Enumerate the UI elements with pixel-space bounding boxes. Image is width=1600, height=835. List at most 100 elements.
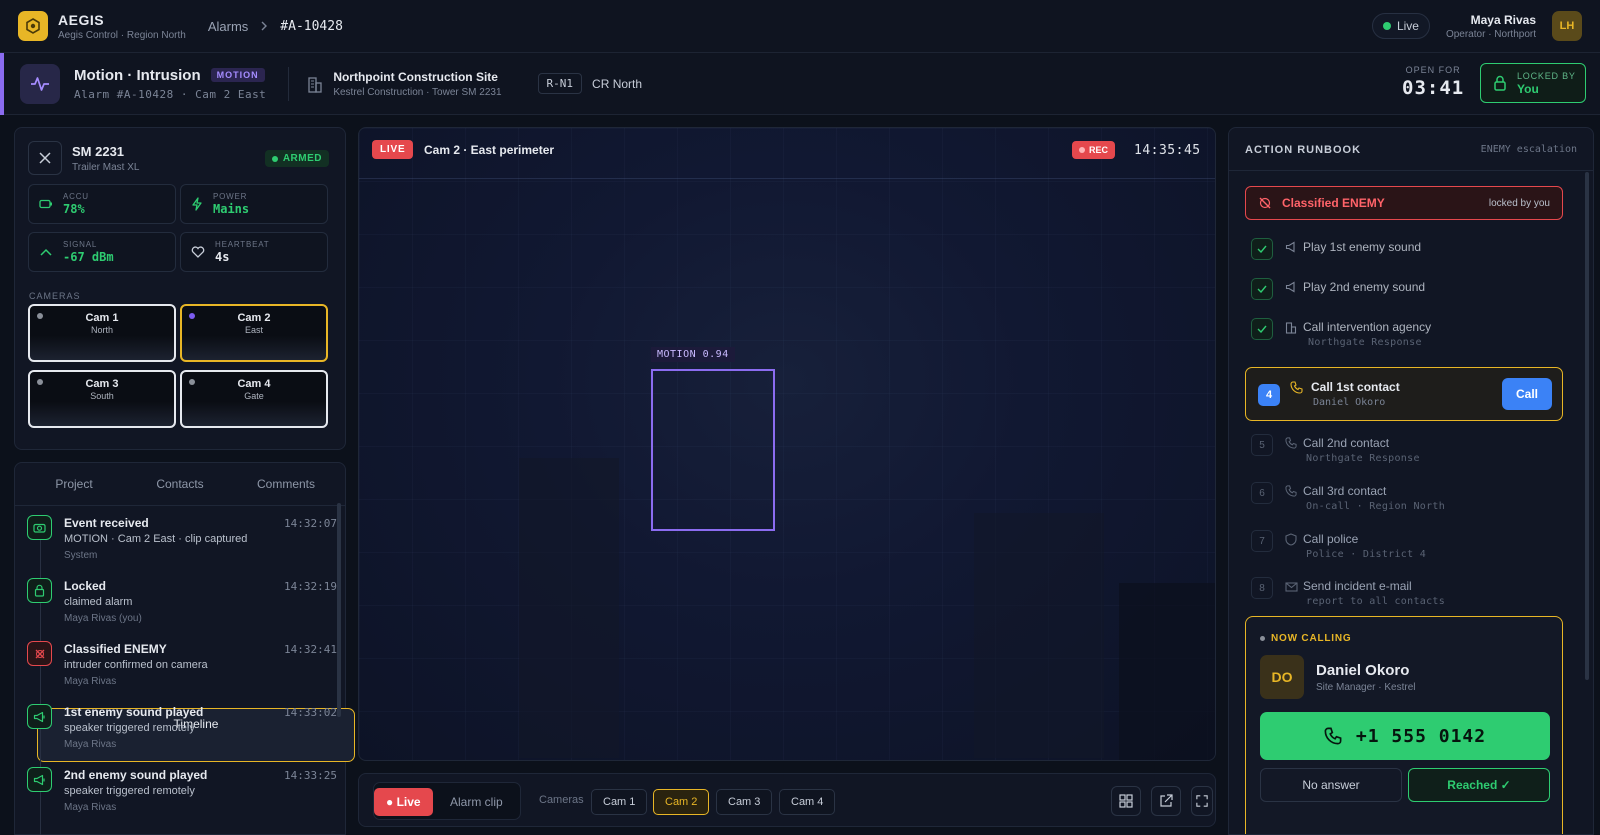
mode-toggle: ● Live Alarm clip (373, 782, 521, 820)
stat-label: SIGNAL (63, 240, 98, 249)
runbook-scrollbar[interactable] (1585, 172, 1589, 680)
video-timestamp: 14:35:45 (1134, 143, 1201, 158)
runbook-step-2[interactable]: Play 2nd enemy sound (1245, 272, 1563, 312)
cameras-selector-label: Cameras (539, 794, 584, 806)
tab-comments[interactable]: Comments (233, 469, 339, 499)
camera-tile-2[interactable]: Cam 2 East (180, 304, 328, 362)
armed-label: ARMED (282, 153, 322, 164)
camera-icon (27, 515, 52, 540)
alarm-accent-bar (0, 53, 4, 115)
timeline-item-author: Maya Rivas (64, 676, 117, 687)
cam-position: North (90, 325, 113, 335)
brand: AEGIS Aegis Control · Region North (58, 12, 186, 41)
detection-box[interactable] (651, 369, 775, 531)
runbook-step-active[interactable]: 4 Call 1st contact Daniel Okoro Call (1245, 367, 1563, 421)
camera-tile-4[interactable]: Cam 4 Gate (180, 370, 328, 428)
timeline-item-desc: claimed alarm (64, 596, 133, 608)
lock-icon (27, 578, 52, 603)
breadcrumb-alarms[interactable]: Alarms (208, 19, 248, 34)
no-answer-button[interactable]: No answer (1260, 768, 1402, 802)
timeline-scrollbar[interactable] (337, 503, 341, 717)
chevron-right-icon (260, 21, 268, 31)
live-dot-icon (1382, 22, 1391, 30)
grid-view-button[interactable] (1111, 786, 1141, 816)
fullscreen-icon (1196, 795, 1208, 807)
cam-2-button[interactable]: Cam 2 (653, 789, 710, 815)
mail-icon (1285, 580, 1298, 595)
lock-icon (1493, 75, 1507, 91)
step-subtitle: Northgate Response (1308, 337, 1422, 348)
bolt-icon (191, 197, 203, 211)
device-panel: SM 2231 Trailer Mast XL ARMED ACCU 78% PO… (14, 127, 346, 450)
user-avatar[interactable]: LH (1552, 11, 1582, 41)
divider (1229, 170, 1593, 171)
step-number: 5 (1251, 434, 1273, 456)
megaphone-icon (27, 704, 52, 729)
runbook-step-8[interactable]: 8 Send incident e-mail report to all con… (1245, 571, 1563, 611)
rec-label: REC (1089, 145, 1109, 155)
timeline-item-time: 14:32:41 (284, 643, 337, 656)
timeline-item-title: Event received (64, 516, 149, 530)
tab-project[interactable]: Project (21, 469, 127, 499)
stat-label: POWER (213, 192, 248, 201)
popout-button[interactable] (1151, 786, 1181, 816)
step-title: Call 1st contact (1311, 380, 1400, 394)
timeline-item-title: Classified ENEMY (64, 642, 167, 656)
scene-structure (974, 513, 1104, 758)
cam-3-button[interactable]: Cam 3 (716, 789, 773, 815)
timeline-item-time: 14:32:19 (284, 580, 337, 593)
runbook-step-3[interactable]: Call intervention agency Northgate Respo… (1245, 312, 1563, 352)
step-title: Play 2nd enemy sound (1303, 280, 1426, 294)
phone-icon (1285, 437, 1297, 452)
classification-note: locked by you (1488, 197, 1550, 209)
shield-icon (1285, 533, 1297, 549)
tab-bar: Timeline Project Contacts Comments (21, 469, 355, 762)
target-off-icon (1258, 196, 1272, 210)
mast-icon (28, 141, 62, 175)
stat-value: 78% (63, 202, 85, 216)
step-title: Call police (1303, 532, 1359, 546)
timeline-item-time: 14:33:25 (284, 769, 337, 782)
fullscreen-button[interactable] (1191, 786, 1213, 816)
status-dot-icon (1260, 636, 1265, 641)
step-subtitle: Northgate Response (1306, 453, 1420, 464)
check-icon (1251, 318, 1273, 340)
cam-position: East (244, 325, 263, 335)
status-dot-icon (271, 155, 278, 162)
dial-phone-button[interactable]: +1 555 0142 (1260, 712, 1550, 760)
cam-position: South (90, 391, 114, 401)
call-button[interactable]: Call (1501, 378, 1552, 410)
cam-4-button[interactable]: Cam 4 (779, 789, 836, 815)
step-title: Call 3rd contact (1303, 484, 1387, 498)
site-info[interactable]: Northpoint Construction Site Kestrel Con… (307, 70, 502, 98)
signal-icon (39, 247, 53, 257)
cam-status-dot-icon (189, 379, 195, 385)
divider (288, 66, 290, 101)
grid-icon (1119, 794, 1133, 808)
battery-icon (39, 199, 53, 209)
aegis-logo[interactable] (18, 11, 48, 41)
breadcrumb-current: #A-10428 (280, 18, 343, 34)
live-mode-button[interactable]: ● Live (374, 788, 433, 816)
app-subtitle: Aegis Control · Region North (58, 29, 186, 41)
activity-icon (20, 63, 60, 104)
reached-button[interactable]: Reached ✓ (1408, 768, 1550, 802)
runbook-step-1[interactable]: Play 1st enemy sound (1245, 232, 1563, 272)
live-status-pill[interactable]: Live (1371, 13, 1430, 39)
runbook-step-6[interactable]: 6 Call 3rd contact On-call · Region Nort… (1245, 476, 1563, 516)
camera-tile-1[interactable]: Cam 1 North (28, 304, 176, 362)
locked-by-button[interactable]: LOCKED BY You (1480, 63, 1586, 103)
tab-contacts[interactable]: Contacts (127, 469, 233, 499)
step-title: Call intervention agency (1303, 320, 1432, 334)
runbook-step-7[interactable]: 7 Call police Police · District 4 (1245, 524, 1563, 564)
timeline-item-desc: speaker triggered remotely (64, 785, 195, 797)
step-number: 4 (1258, 384, 1280, 406)
now-calling-text: NOW CALLING (1271, 633, 1352, 644)
runbook-step-5[interactable]: 5 Call 2nd contact Northgate Response (1245, 428, 1563, 468)
cam-1-button[interactable]: Cam 1 (591, 789, 648, 815)
video-viewport[interactable]: LIVE Cam 2 · East perimeter REC 14:35:45… (358, 127, 1216, 761)
camera-tile-3[interactable]: Cam 3 South (28, 370, 176, 428)
timeline-item-title: Locked (64, 579, 107, 593)
alarm-clip-button[interactable]: Alarm clip (438, 788, 515, 816)
top-bar: AEGIS Aegis Control · Region North Alarm… (0, 0, 1600, 53)
